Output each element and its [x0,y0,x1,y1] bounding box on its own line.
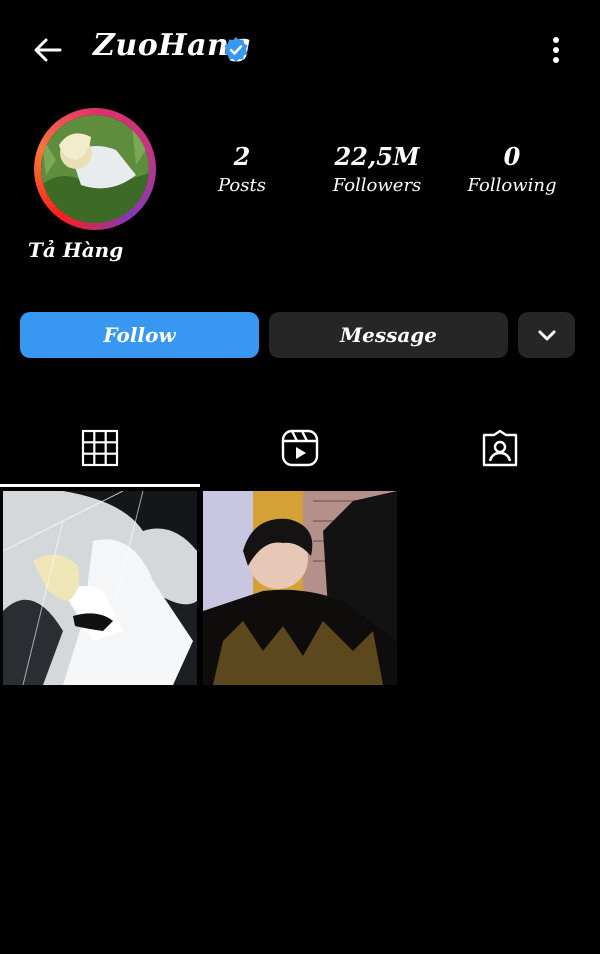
stat-following-label: Following [467,175,557,196]
tab-reels[interactable] [280,428,320,468]
stat-followers[interactable]: 22,5M Followers [317,142,437,196]
follow-button[interactable]: Follow [20,312,259,358]
verified-badge-icon [222,36,250,64]
reels-icon [281,429,319,467]
stat-followers-value: 22,5M [334,142,420,171]
tagged-icon [482,429,518,467]
active-tab-indicator [0,484,200,487]
message-button[interactable]: Message [269,312,508,358]
grid-icon [81,429,119,467]
tab-grid[interactable] [80,428,120,468]
stat-following-value: 0 [503,142,521,171]
stat-followers-label: Followers [332,175,422,196]
post-thumbnail[interactable] [203,491,397,685]
chevron-down-icon [538,330,555,341]
stat-following[interactable]: 0 Following [452,142,572,196]
suggested-accounts-button[interactable] [518,312,575,358]
more-vertical-icon[interactable] [544,34,568,66]
stat-posts[interactable]: 2 Posts [182,142,302,196]
back-arrow-icon[interactable] [30,32,66,68]
stat-posts-value: 2 [233,142,251,171]
avatar[interactable] [41,115,149,223]
post-thumbnail[interactable] [3,491,197,685]
display-name: Tả Hàng [28,238,124,262]
stat-posts-label: Posts [218,175,266,196]
tab-tagged[interactable] [480,428,520,468]
